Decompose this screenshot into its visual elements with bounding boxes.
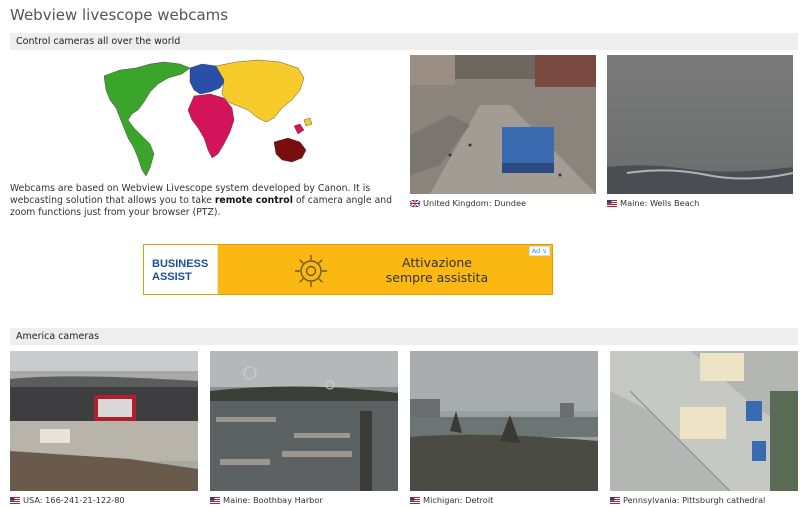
webcam-card-usa[interactable]: USA: 166-241-21-122-80	[10, 351, 198, 505]
webcam-caption[interactable]: Pennsylvania: Pittsburgh cathedral	[610, 495, 798, 505]
page-title: Webview livescope webcams	[10, 6, 229, 24]
webcam-caption[interactable]: United Kingdom: Dundee	[410, 198, 596, 208]
intro-text: Webcams are based on Webview Livescope s…	[10, 183, 393, 218]
uk-flag-icon	[410, 199, 420, 207]
webcam-caption[interactable]: Maine: Boothbay Harbor	[210, 495, 398, 505]
webcam-thumbnail[interactable]	[610, 351, 798, 491]
webcam-thumbnail[interactable]	[410, 351, 598, 491]
advertisement-banner[interactable]: BUSINESS ASSIST Attivazione sempre assisti…	[143, 244, 553, 295]
webcam-card-wells-beach[interactable]: Maine: Wells Beach	[607, 55, 793, 208]
webcam-thumbnail[interactable]	[607, 55, 793, 194]
gear-icon	[295, 255, 327, 287]
map-north-america	[103, 61, 191, 177]
section-header-control: Control cameras all over the world	[10, 33, 798, 50]
ad-choices-badge[interactable]: Ad ∨	[528, 246, 550, 256]
webcam-card-dundee[interactable]: United Kingdom: Dundee	[410, 55, 596, 208]
us-flag-icon	[607, 199, 617, 207]
webcam-thumbnail[interactable]	[10, 351, 198, 491]
remote-control-text: remote control	[214, 195, 293, 206]
webcam-caption[interactable]: USA: 166-241-21-122-80	[10, 495, 198, 505]
us-flag-icon	[610, 496, 620, 504]
webcam-thumbnail[interactable]	[410, 55, 596, 194]
us-flag-icon	[210, 496, 220, 504]
webcam-card-boothbay-harbor[interactable]: Maine: Boothbay Harbor	[210, 351, 398, 505]
us-flag-icon	[10, 496, 20, 504]
webcam-caption[interactable]: Michigan: Detroit	[410, 495, 598, 505]
webcam-card-pittsburgh[interactable]: Pennsylvania: Pittsburgh cathedral	[610, 351, 798, 505]
section-header-america: America cameras	[10, 328, 798, 345]
webcam-caption[interactable]: Maine: Wells Beach	[607, 198, 793, 208]
us-flag-icon	[410, 496, 420, 504]
webcam-thumbnail[interactable]	[210, 351, 398, 491]
map-africa	[187, 93, 235, 159]
map-australia	[273, 137, 307, 163]
webcam-card-detroit[interactable]: Michigan: Detroit	[410, 351, 598, 505]
world-map[interactable]	[98, 58, 324, 178]
ad-logo: BUSINESS ASSIST	[144, 245, 218, 294]
ad-text: Attivazione sempre assistita	[385, 255, 489, 285]
